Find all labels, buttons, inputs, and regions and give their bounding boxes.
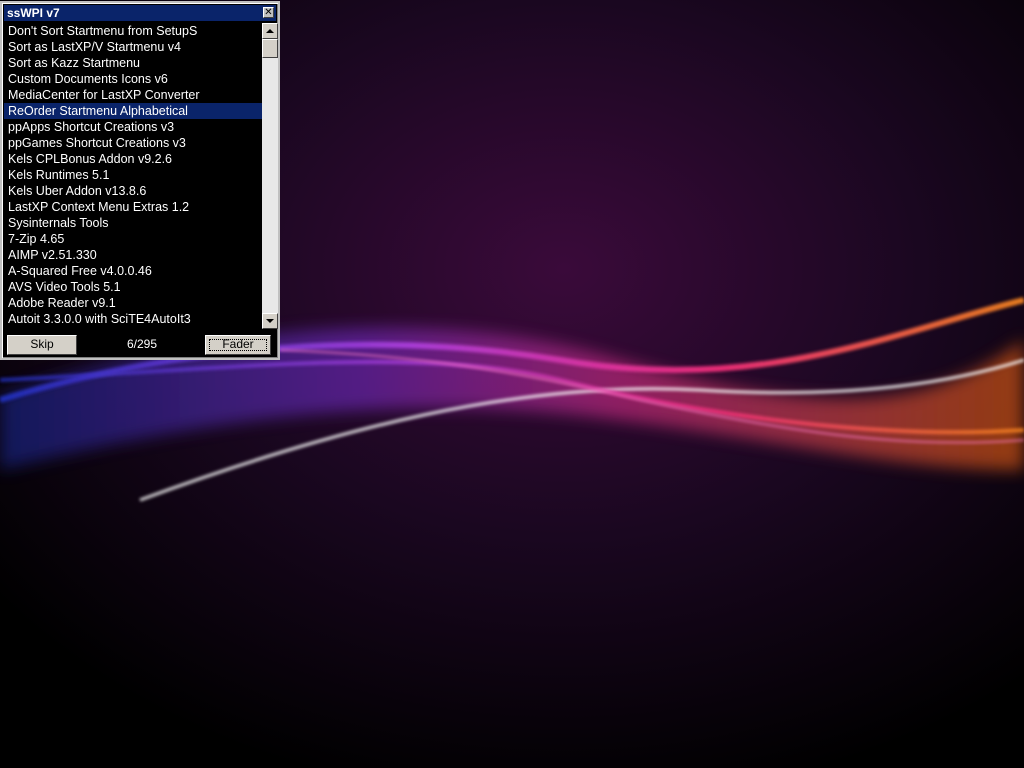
scroll-down-arrow-icon — [266, 319, 274, 323]
close-button[interactable]: ✕ — [263, 7, 274, 18]
close-icon: ✕ — [264, 7, 273, 18]
title-bar[interactable]: ssWPI v7 ✕ — [4, 5, 276, 21]
list-item-selected[interactable]: ReOrder Startmenu Alphabetical — [4, 103, 262, 119]
fader-button[interactable]: Fader — [205, 335, 271, 355]
list-item[interactable]: Sysinternals Tools — [4, 215, 262, 231]
scroll-up-button[interactable] — [262, 23, 278, 39]
list-item[interactable]: 7-Zip 4.65 — [4, 231, 262, 247]
list-item[interactable]: Autoit 3.3.0.0 with SciTE4AutoIt3 — [4, 311, 262, 327]
list-item[interactable]: Kels Uber Addon v13.8.6 — [4, 183, 262, 199]
list-item[interactable]: MediaCenter for LastXP Converter — [4, 87, 262, 103]
list-item[interactable]: Adobe Reader v9.1 — [4, 295, 262, 311]
list-item[interactable]: A-Squared Free v4.0.0.46 — [4, 263, 262, 279]
list-item[interactable]: Kels Runtimes 5.1 — [4, 167, 262, 183]
list-item[interactable]: Sort as LastXP/V Startmenu v4 — [4, 39, 262, 55]
list-item[interactable]: Sort as Kazz Startmenu — [4, 55, 262, 71]
list-item[interactable]: LastXP Context Menu Extras 1.2 — [4, 199, 262, 215]
list-item[interactable]: Custom Documents Icons v6 — [4, 71, 262, 87]
list-scrollbar[interactable] — [262, 23, 278, 329]
focus-ring — [209, 339, 267, 351]
scrollbar-thumb[interactable] — [262, 39, 278, 58]
window-title: ssWPI v7 — [7, 6, 60, 20]
sswpi-window: ssWPI v7 ✕ Don't Sort Startmenu from Set… — [0, 1, 280, 360]
desktop: ssWPI v7 ✕ Don't Sort Startmenu from Set… — [0, 0, 1024, 768]
list-item[interactable]: Kels CPLBonus Addon v9.2.6 — [4, 151, 262, 167]
list-item[interactable]: ppApps Shortcut Creations v3 — [4, 119, 262, 135]
scroll-down-button[interactable] — [262, 313, 278, 329]
program-list[interactable]: Don't Sort Startmenu from SetupS Sort as … — [4, 23, 262, 329]
skip-button[interactable]: Skip — [7, 335, 77, 355]
list-item[interactable]: Don't Sort Startmenu from SetupS — [4, 23, 262, 39]
list-item[interactable]: AIMP v2.51.330 — [4, 247, 262, 263]
list-item[interactable]: ppGames Shortcut Creations v3 — [4, 135, 262, 151]
scroll-up-arrow-icon — [266, 29, 274, 33]
list-item[interactable]: AVS Video Tools 5.1 — [4, 279, 262, 295]
progress-counter: 6/295 — [126, 337, 158, 351]
